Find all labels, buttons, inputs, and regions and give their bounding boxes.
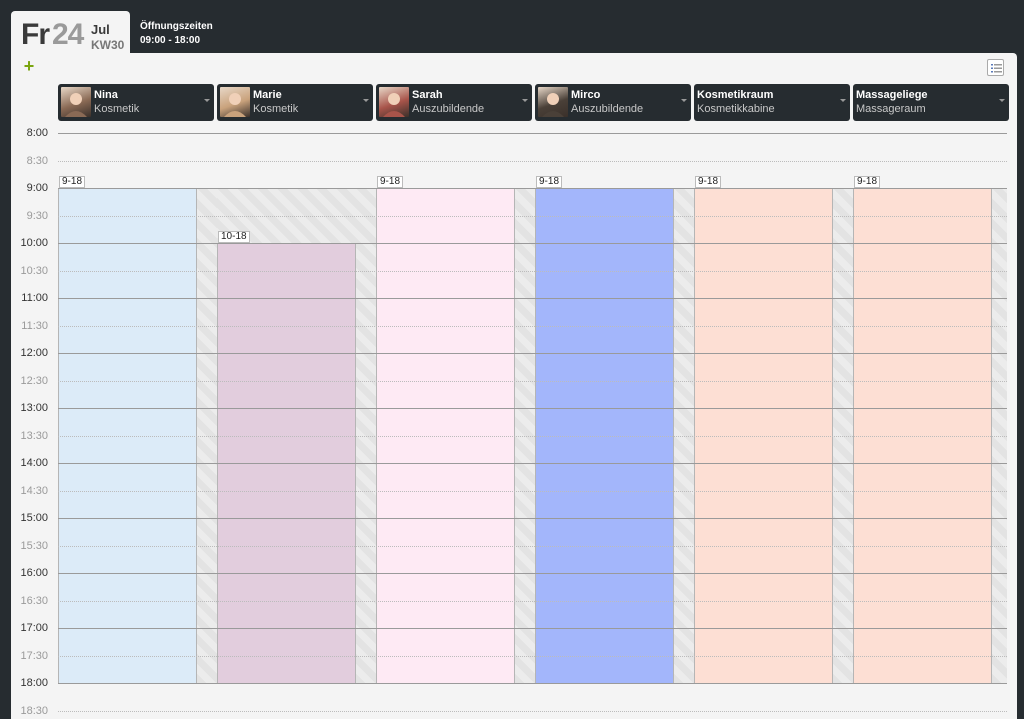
time-label: 12:00 xyxy=(20,347,48,359)
resource-name: Kosmetikraum xyxy=(697,89,774,101)
time-label: 16:30 xyxy=(20,594,48,607)
chevron-down-icon[interactable] xyxy=(840,99,846,102)
time-label: 14:00 xyxy=(20,457,48,469)
shift-time-label: 9-18 xyxy=(377,176,404,188)
time-label: 9:30 xyxy=(26,209,48,222)
half-hour-line xyxy=(58,655,1007,657)
hour-line xyxy=(58,353,1007,354)
avatar xyxy=(379,87,409,117)
half-hour-line xyxy=(58,160,1007,162)
time-label: 8:00 xyxy=(26,127,48,139)
hour-line xyxy=(58,628,1007,629)
half-hour-line xyxy=(58,710,1007,712)
opening-hours-title: Öffnungszeiten xyxy=(140,21,213,32)
resource-name: Mirco xyxy=(571,89,601,101)
resource-name: Sarah xyxy=(412,89,443,101)
list-view-icon[interactable] xyxy=(987,59,1004,76)
chevron-down-icon[interactable] xyxy=(522,99,528,102)
resource-header-mirco[interactable]: Mirco Auszubildende xyxy=(535,84,691,121)
time-label: 14:30 xyxy=(20,484,48,497)
half-hour-line xyxy=(58,325,1007,327)
calendar-page: 8:00 8:30 9:00 9:30 10:00 10:30 11:00 11:30 12:0… xyxy=(11,53,1017,719)
time-label: 12:30 xyxy=(20,374,48,387)
time-label: 15:30 xyxy=(20,539,48,552)
chevron-down-icon[interactable] xyxy=(681,99,687,102)
time-label: 8:30 xyxy=(26,154,48,167)
resource-name: Nina xyxy=(94,89,118,101)
half-hour-line xyxy=(58,270,1007,272)
resource-role: Kosmetik xyxy=(94,103,140,115)
day-number: 24 xyxy=(52,18,84,51)
resource-header-sarah[interactable]: Sarah Auszubildende xyxy=(376,84,532,121)
month: Jul xyxy=(91,22,110,37)
shift-time-label: 10-18 xyxy=(218,231,250,243)
hour-line xyxy=(58,188,1007,189)
time-label: 9:00 xyxy=(26,182,48,194)
resource-role: Massageraum xyxy=(856,103,926,115)
hour-line xyxy=(58,243,1007,244)
hour-line xyxy=(58,408,1007,409)
hour-line xyxy=(58,463,1007,464)
time-label: 18:00 xyxy=(20,677,48,689)
day-grid[interactable]: 8:00 8:30 9:00 9:30 10:00 10:30 11:00 11:30 12:0… xyxy=(11,53,1017,719)
resource-name: Marie xyxy=(253,89,282,101)
shift-time-label: 9-18 xyxy=(854,176,881,188)
time-label: 16:00 xyxy=(20,567,48,579)
half-hour-line xyxy=(58,490,1007,492)
avatar xyxy=(538,87,568,117)
time-label: 17:30 xyxy=(20,649,48,662)
avatar xyxy=(61,87,91,117)
half-hour-line xyxy=(58,215,1007,217)
resource-header-marie[interactable]: Marie Kosmetik xyxy=(217,84,373,121)
half-hour-line xyxy=(58,545,1007,547)
opening-hours-value: 09:00 - 18:00 xyxy=(140,35,201,46)
time-label: 17:00 xyxy=(20,622,48,634)
time-label: 10:00 xyxy=(20,237,48,249)
shift-time-label: 9-18 xyxy=(695,176,722,188)
date-tab[interactable]: Fr 24 Jul KW30 xyxy=(11,11,130,55)
chevron-down-icon[interactable] xyxy=(999,99,1005,102)
half-hour-line xyxy=(58,435,1007,437)
hour-line xyxy=(58,298,1007,299)
shift-time-label: 9-18 xyxy=(536,176,563,188)
resource-name: Massageliege xyxy=(856,89,928,101)
resource-header-kosmetikraum[interactable]: Kosmetikraum Kosmetikkabine xyxy=(694,84,850,121)
hour-line xyxy=(58,133,1007,134)
time-label: 18:30 xyxy=(20,704,48,717)
resource-role: Auszubildende xyxy=(571,103,644,115)
calendar-week: KW30 xyxy=(91,38,125,52)
time-label: 13:30 xyxy=(20,429,48,442)
plus-icon[interactable]: + xyxy=(22,57,36,75)
hour-line xyxy=(58,683,1007,684)
half-hour-line xyxy=(58,600,1007,602)
resource-header-nina[interactable]: Nina Kosmetik xyxy=(58,84,214,121)
half-hour-line xyxy=(58,380,1007,382)
chevron-down-icon[interactable] xyxy=(363,99,369,102)
resource-header-massageliege[interactable]: Massageliege Massageraum xyxy=(853,84,1009,121)
time-label: 15:00 xyxy=(20,512,48,524)
weekday: Fr xyxy=(21,18,50,51)
time-label: 11:30 xyxy=(21,319,48,332)
shift-time-label: 9-18 xyxy=(59,176,86,188)
hour-line xyxy=(58,573,1007,574)
resource-role: Auszubildende xyxy=(412,103,485,115)
time-label: 10:30 xyxy=(20,264,48,277)
resource-role: Kosmetik xyxy=(253,103,299,115)
time-label: 13:00 xyxy=(20,402,48,414)
hour-line xyxy=(58,518,1007,519)
chevron-down-icon[interactable] xyxy=(204,99,210,102)
time-label: 11:00 xyxy=(21,292,48,304)
avatar xyxy=(220,87,250,117)
resource-role: Kosmetikkabine xyxy=(697,103,775,115)
